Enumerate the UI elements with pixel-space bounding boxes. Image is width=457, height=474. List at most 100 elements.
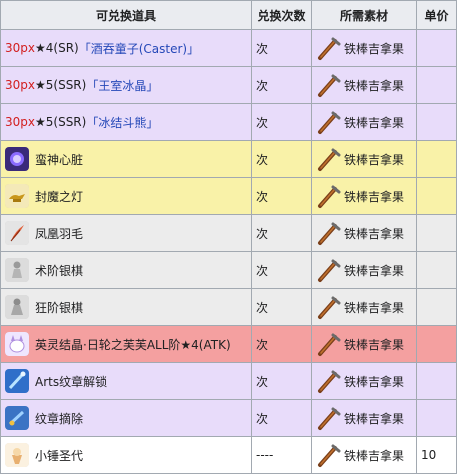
item-content: 30px ★5(SSR) 「冰结斗熊」 — [5, 114, 251, 131]
iron-stick-icon — [316, 368, 342, 394]
item-cell: 蛮神心脏 — [0, 140, 252, 178]
item-content: 小锤圣代 — [5, 443, 251, 467]
material-cell: 铁棒吉拿果 — [311, 214, 417, 252]
material-cell: 铁棒吉拿果 — [311, 325, 417, 363]
card-prefix: 30px — [5, 78, 35, 92]
material-name[interactable]: 铁棒吉拿果 — [344, 225, 404, 242]
material-name[interactable]: 铁棒吉拿果 — [344, 262, 404, 279]
iron-stick-icon — [316, 220, 342, 246]
exchange-table: 可兑换道具 兑换次数 所需素材 单价 30px ★4(SR) 「酒吞童子(Caste… — [0, 0, 457, 474]
table-row: 术阶银棋 次 铁棒吉拿果 — [0, 251, 457, 289]
berserker-silver-piece-icon — [5, 295, 29, 319]
material-content: 铁棒吉拿果 — [316, 220, 416, 246]
material-name[interactable]: 铁棒吉拿果 — [344, 410, 404, 427]
item-name: 英灵结晶·日轮之芙芙ALL阶★4(ATK) — [35, 337, 231, 352]
material-content: 铁棒吉拿果 — [316, 368, 416, 394]
item-name: ★4(SR) — [35, 41, 79, 55]
item-link[interactable]: 「王室冰晶」 — [86, 77, 158, 94]
material-content: 铁棒吉拿果 — [316, 405, 416, 431]
item-cell: 狂阶银棋 — [0, 288, 252, 326]
iron-stick-icon — [316, 294, 342, 320]
iron-stick-icon — [316, 442, 342, 468]
item-cell: 封魔之灯 — [0, 177, 252, 215]
header-price: 单价 — [416, 0, 457, 30]
price-cell — [416, 29, 457, 67]
count-cell: 次 — [251, 66, 312, 104]
item-name: 凤凰羽毛 — [35, 226, 84, 241]
code-remover-icon — [5, 406, 29, 430]
count-cell: 次 — [251, 140, 312, 178]
hammer-sundae-icon — [5, 443, 29, 467]
material-name[interactable]: 铁棒吉拿果 — [344, 151, 404, 168]
material-name[interactable]: 铁棒吉拿果 — [344, 336, 404, 353]
count-cell: 次 — [251, 399, 312, 437]
item-link[interactable]: 「冰结斗熊」 — [86, 114, 158, 131]
table-row: 小锤圣代 ---- 铁棒吉拿果 10 — [0, 436, 457, 474]
header-count: 兑换次数 — [251, 0, 312, 30]
item-name: ★5(SSR) — [35, 115, 87, 129]
item-cell: 30px ★5(SSR) 「冰结斗熊」 — [0, 103, 252, 141]
material-cell: 铁棒吉拿果 — [311, 177, 417, 215]
material-name[interactable]: 铁棒吉拿果 — [344, 447, 404, 464]
count-cell: 次 — [251, 177, 312, 215]
item-cell: 小锤圣代 — [0, 436, 252, 474]
iron-stick-icon — [316, 331, 342, 357]
item-name: 纹章摘除 — [35, 411, 84, 426]
item-content: 封魔之灯 — [5, 184, 251, 208]
iron-stick-icon — [316, 35, 342, 61]
material-name[interactable]: 铁棒吉拿果 — [344, 373, 404, 390]
item-name: 术阶银棋 — [35, 263, 84, 278]
item-link[interactable]: 「酒吞童子(Caster)」 — [79, 40, 199, 57]
arts-unlock-icon — [5, 369, 29, 393]
item-cell: Arts纹章解锁 — [0, 362, 252, 400]
material-content: 铁棒吉拿果 — [316, 183, 416, 209]
price-cell — [416, 214, 457, 252]
item-name: 蛮神心脏 — [35, 152, 84, 167]
header-material: 所需素材 — [311, 0, 417, 30]
material-name[interactable]: 铁棒吉拿果 — [344, 299, 404, 316]
iron-stick-icon — [316, 109, 342, 135]
material-cell: 铁棒吉拿果 — [311, 103, 417, 141]
iron-stick-icon — [316, 257, 342, 283]
material-cell: 铁棒吉拿果 — [311, 436, 417, 474]
header-item: 可兑换道具 — [0, 0, 252, 30]
item-name: Arts纹章解锁 — [35, 374, 108, 389]
material-cell: 铁棒吉拿果 — [311, 362, 417, 400]
item-cell: 纹章摘除 — [0, 399, 252, 437]
phoenix-feather-icon — [5, 221, 29, 245]
material-name[interactable]: 铁棒吉拿果 — [344, 188, 404, 205]
iron-stick-icon — [316, 183, 342, 209]
material-content: 铁棒吉拿果 — [316, 35, 416, 61]
material-content: 铁棒吉拿果 — [316, 72, 416, 98]
material-name[interactable]: 铁棒吉拿果 — [344, 77, 404, 94]
material-content: 铁棒吉拿果 — [316, 294, 416, 320]
table-row: 纹章摘除 次 铁棒吉拿果 — [0, 399, 457, 437]
material-cell: 铁棒吉拿果 — [311, 66, 417, 104]
price-cell — [416, 288, 457, 326]
table-row: 凤凰羽毛 次 铁棒吉拿果 — [0, 214, 457, 252]
item-cell: 英灵结晶·日轮之芙芙ALL阶★4(ATK) — [0, 325, 252, 363]
iron-stick-icon — [316, 405, 342, 431]
material-name[interactable]: 铁棒吉拿果 — [344, 114, 404, 131]
table-row: 封魔之灯 次 铁棒吉拿果 — [0, 177, 457, 215]
fou-crystal-icon — [5, 332, 29, 356]
item-content: Arts纹章解锁 — [5, 369, 251, 393]
item-content: 英灵结晶·日轮之芙芙ALL阶★4(ATK) — [5, 332, 251, 356]
material-name[interactable]: 铁棒吉拿果 — [344, 40, 404, 57]
header-row: 可兑换道具 兑换次数 所需素材 单价 — [0, 0, 457, 30]
material-content: 铁棒吉拿果 — [316, 109, 416, 135]
count-cell: 次 — [251, 103, 312, 141]
material-content: 铁棒吉拿果 — [316, 257, 416, 283]
table-row: 蛮神心脏 次 铁棒吉拿果 — [0, 140, 457, 178]
card-prefix: 30px — [5, 41, 35, 55]
material-content: 铁棒吉拿果 — [316, 331, 416, 357]
count-cell: 次 — [251, 29, 312, 67]
price-cell — [416, 140, 457, 178]
caster-silver-piece-icon — [5, 258, 29, 282]
price-cell — [416, 362, 457, 400]
material-cell: 铁棒吉拿果 — [311, 251, 417, 289]
table-row: 30px ★4(SR) 「酒吞童子(Caster)」 次 铁棒吉拿果 — [0, 29, 457, 67]
material-cell: 铁棒吉拿果 — [311, 399, 417, 437]
table-row: 英灵结晶·日轮之芙芙ALL阶★4(ATK) 次 铁棒吉拿果 — [0, 325, 457, 363]
count-cell: 次 — [251, 325, 312, 363]
